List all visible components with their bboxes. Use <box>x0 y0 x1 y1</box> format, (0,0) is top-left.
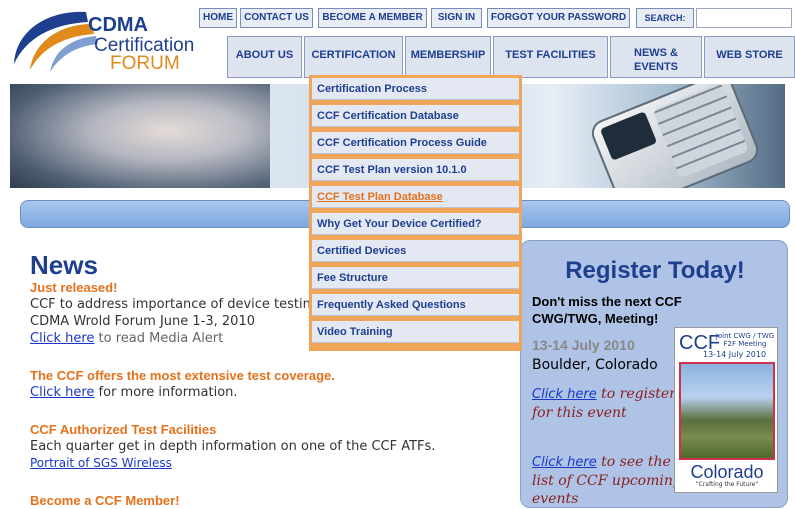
upcoming-events-link[interactable]: Click here <box>532 455 597 470</box>
news-item-3-text: Each quarter get in depth information on… <box>30 439 436 454</box>
promo-joint-meeting-text: Joint CWG / TWG F2F Meeting <box>715 332 775 348</box>
menu-item-certified-devices[interactable]: Certified Devices <box>312 240 519 262</box>
nav-contact-us[interactable]: CONTACT US <box>240 8 313 28</box>
menu-item-video-training[interactable]: Video Training <box>312 321 519 343</box>
nav-test-facilities[interactable]: TEST FACILITIES <box>493 36 608 78</box>
nav-certification[interactable]: CERTIFICATION <box>304 36 403 78</box>
nav-forgot-password[interactable]: FORGOT YOUR PASSWORD <box>487 8 630 28</box>
menu-item-certification-process[interactable]: Certification Process <box>312 78 519 100</box>
menu-item-faq[interactable]: Frequently Asked Questions <box>312 294 519 316</box>
menu-item-test-plan-version[interactable]: CCF Test Plan version 10.1.0 <box>312 159 519 181</box>
test-facilities-heading: CCF Authorized Test Facilities <box>30 422 217 437</box>
sgs-wireless-link[interactable]: Portrait of SGS Wireless <box>30 456 172 470</box>
more-info-link[interactable]: Click here <box>30 385 94 400</box>
news-item-3-line: Portrait of SGS Wireless <box>30 455 510 472</box>
coverage-heading: The CCF offers the most extensive test c… <box>30 368 335 383</box>
register-line-2: Click here to see the list of CCF upcomi… <box>532 453 682 508</box>
nav-web-store[interactable]: WEB STORE <box>704 36 795 78</box>
more-info-suffix: for more information. <box>94 385 238 400</box>
nav-home[interactable]: HOME <box>199 8 237 28</box>
menu-item-fee-structure[interactable]: Fee Structure <box>312 267 519 289</box>
banner-phone-image <box>587 84 763 188</box>
nav-about-us[interactable]: ABOUT US <box>227 36 302 78</box>
colorado-meeting-promo-image[interactable]: CCF Joint CWG / TWG F2F Meeting 13-14 Ju… <box>674 327 778 493</box>
nav-membership[interactable]: MEMBERSHIP <box>405 36 491 78</box>
nav-news-events[interactable]: NEWS & EVENTS <box>610 36 702 78</box>
phone-keypad <box>652 84 749 179</box>
logo-text-cdma: CDMA <box>88 14 148 36</box>
promo-colorado-text: Colorado <box>690 462 764 482</box>
search-input[interactable] <box>696 8 792 28</box>
phone-screen <box>599 111 658 161</box>
nav-become-a-member[interactable]: BECOME A MEMBER <box>318 8 427 28</box>
cdma-certification-forum-logo[interactable]: CDMA Certification FORUM <box>8 6 198 76</box>
nav-sign-in[interactable]: SIGN IN <box>431 8 482 28</box>
news-item-2-line: Click here for more information. <box>30 384 510 401</box>
logo-text-forum: FORUM <box>110 53 180 74</box>
flatirons-mountain-image <box>679 362 775 460</box>
register-subtitle: Don't miss the next CCF CWG/TWG, Meeting… <box>532 294 682 326</box>
promo-date-text: 13-14 July 2010 <box>703 350 767 359</box>
menu-item-process-guide[interactable]: CCF Certification Process Guide <box>312 132 519 154</box>
register-link[interactable]: Click here <box>532 387 597 402</box>
register-place: Boulder, Colorado <box>532 357 658 373</box>
search-label: SEARCH: <box>636 8 694 28</box>
menu-item-why-certify[interactable]: Why Get Your Device Certified? <box>312 213 519 235</box>
register-line-1: Click here to register for this event <box>532 385 682 422</box>
certification-dropdown-menu: Certification Process CCF Certification … <box>309 75 522 351</box>
register-panel: Register Today! Don't miss the next CCF … <box>520 240 788 508</box>
register-date: 13-14 July 2010 <box>532 337 635 353</box>
menu-item-test-plan-database[interactable]: CCF Test Plan Database <box>312 186 519 208</box>
menu-item-certification-database[interactable]: CCF Certification Database <box>312 105 519 127</box>
media-alert-link[interactable]: Click here <box>30 331 94 346</box>
register-title: Register Today! <box>565 257 745 284</box>
promo-tagline-text: "Crafting the Future" <box>695 481 759 488</box>
become-member-heading: Become a CCF Member! <box>30 493 180 508</box>
media-alert-suffix: to read Media Alert <box>94 331 224 346</box>
banner-portrait-image <box>10 84 270 188</box>
